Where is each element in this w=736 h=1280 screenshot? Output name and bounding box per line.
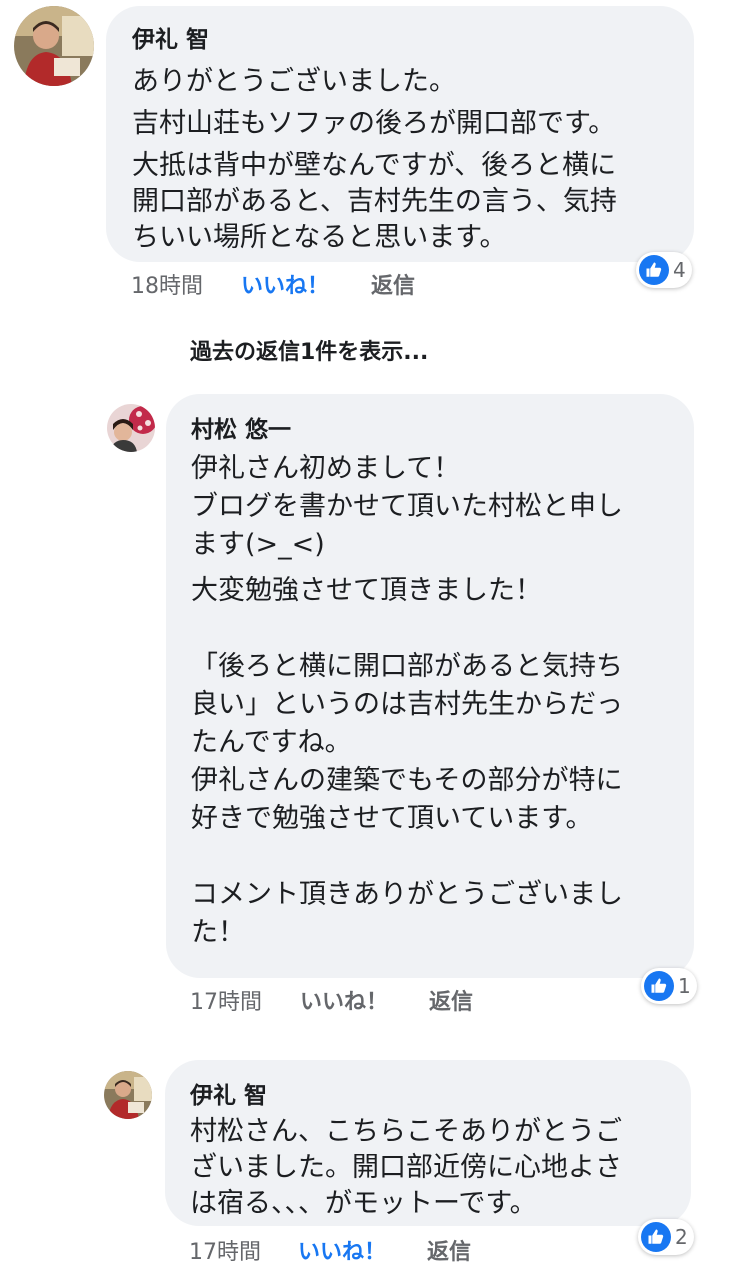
comment-timestamp[interactable]: 18時間	[131, 268, 203, 300]
comment-author[interactable]: 村松 悠一	[191, 410, 672, 444]
reply-button[interactable]: 返信	[429, 984, 473, 1016]
reaction-count[interactable]: 2	[638, 1219, 694, 1255]
reaction-count-number: 4	[673, 258, 686, 282]
comment-bubble[interactable]: 村松 悠一 伊礼さん初めまして！ ブログを書かせて頂いた村松と申し ます(>_<…	[166, 394, 694, 978]
comment-bubble[interactable]: 伊礼 智 村松さん、こちらこそありがとうご ざいました。開口部近傍に心地よさ は…	[165, 1060, 691, 1226]
like-button[interactable]: いいね！	[298, 1234, 386, 1266]
avatar[interactable]	[107, 404, 155, 452]
view-previous-replies-link[interactable]: 過去の返信1件を表示...	[190, 334, 428, 366]
comment-text: 大変勉強させて頂きました！ 「後ろと横に開口部があると気持ち 良い」というのは吉…	[191, 575, 623, 948]
thumbs-up-icon	[639, 255, 669, 285]
comment-timestamp[interactable]: 17時間	[190, 984, 262, 1016]
comment-text: 伊礼さん初めまして！ ブログを書かせて頂いた村松と申し ます(>_<)	[191, 453, 623, 560]
reply-button[interactable]: 返信	[427, 1234, 471, 1266]
like-button[interactable]: いいね！	[300, 984, 388, 1016]
reaction-count-number: 2	[675, 1225, 688, 1249]
reaction-count[interactable]: 4	[636, 252, 692, 288]
thumbs-up-icon	[644, 971, 674, 1001]
comment-timestamp[interactable]: 17時間	[189, 1234, 261, 1266]
thumbs-up-icon	[641, 1222, 671, 1252]
avatar[interactable]	[104, 1071, 152, 1119]
comment-author[interactable]: 伊礼 智	[132, 20, 670, 54]
comment-text: 大抵は背中が壁なんですが、後ろと横に 開口部があると、吉村先生の言う、気持 ちい…	[132, 150, 617, 253]
comment-text: 村松さん、こちらこそありがとうご ざいました。開口部近傍に心地よさ は宿る、、、…	[190, 1116, 622, 1219]
comment-actions: 18時間 いいね！ 返信	[131, 268, 451, 299]
reaction-count-number: 1	[678, 974, 691, 998]
comment-actions: 17時間 いいね！ 返信	[190, 984, 510, 1015]
comment-bubble[interactable]: 伊礼 智 ありがとうございました。 吉村山荘もソファの後ろが開口部です。 大抵は…	[106, 6, 694, 262]
comment-actions: 17時間 いいね！ 返信	[189, 1234, 509, 1265]
comment-author[interactable]: 伊礼 智	[190, 1076, 669, 1110]
comment-text: 吉村山荘もソファの後ろが開口部です。	[132, 108, 616, 139]
like-button[interactable]: いいね！	[241, 268, 329, 300]
comment-text: ありがとうございました。	[132, 66, 456, 97]
reaction-count[interactable]: 1	[641, 968, 697, 1004]
avatar[interactable]	[14, 6, 94, 86]
reply-button[interactable]: 返信	[371, 268, 415, 300]
